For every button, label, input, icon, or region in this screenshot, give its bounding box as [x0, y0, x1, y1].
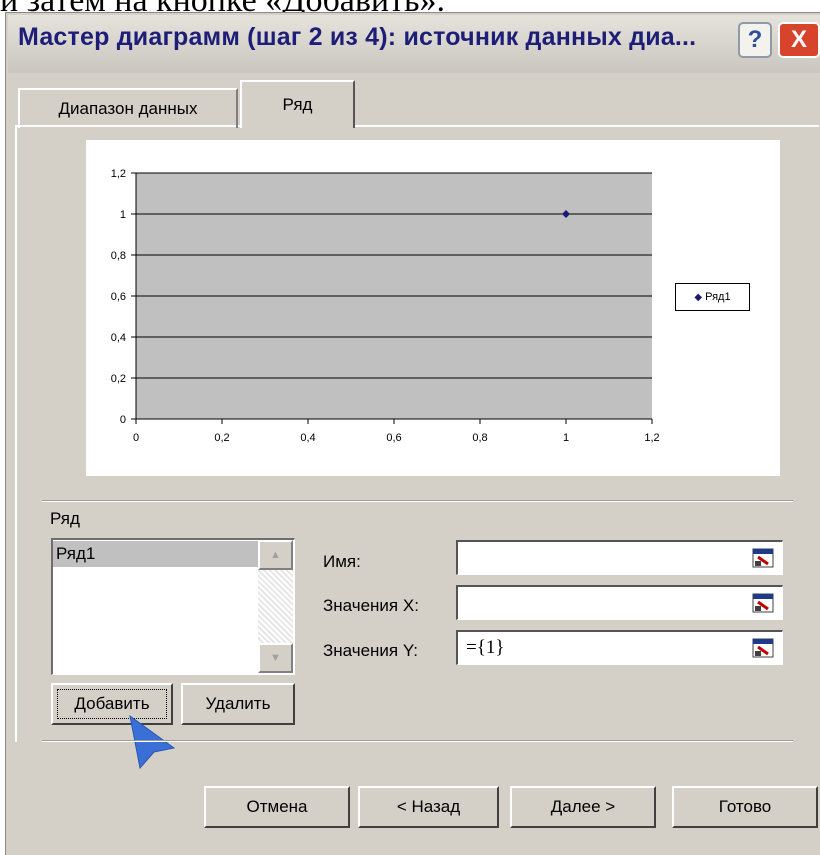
x-tick-label: 0 — [133, 432, 139, 444]
x-tick-label: 1,2 — [644, 432, 659, 444]
mouse-pointer-icon — [124, 712, 180, 777]
remove-series-button[interactable]: Удалить — [181, 683, 295, 725]
separator — [42, 500, 793, 502]
finish-button[interactable]: Готово — [672, 786, 818, 828]
x-values-field[interactable] — [456, 585, 783, 620]
range-select-icon[interactable] — [752, 593, 774, 613]
close-button[interactable]: X — [778, 22, 820, 58]
x-values-label: Значения X: — [323, 596, 419, 615]
help-icon: ? — [747, 26, 763, 53]
legend-label: Ряд1 — [705, 291, 731, 303]
tab-data-range[interactable]: Диапазон данных — [18, 88, 238, 128]
y-tick-label: 0,4 — [111, 332, 126, 344]
series-section-label: Ряд — [50, 509, 80, 528]
y-tick-label: 1 — [120, 209, 126, 221]
range-select-icon[interactable] — [752, 638, 774, 658]
legend-marker-icon: ◆ — [694, 291, 703, 303]
y-values-label: Значения Y: — [323, 641, 418, 660]
cancel-button[interactable]: Отмена — [204, 786, 350, 828]
help-button[interactable]: ? — [738, 22, 772, 58]
y-tick-label: 0 — [120, 414, 126, 426]
dialog-title: Мастер диаграмм (шаг 2 из 4): источник д… — [18, 23, 697, 51]
separator — [42, 740, 793, 742]
x-tick-label: 1 — [563, 432, 569, 444]
y-tick-label: 0,2 — [111, 373, 126, 385]
scroll-up-icon: ▲ — [270, 549, 281, 561]
scroll-up-button[interactable]: ▲ — [258, 540, 293, 570]
x-tick-label: 0,4 — [300, 432, 315, 444]
tab-series[interactable]: Ряд — [240, 80, 355, 128]
scroll-down-icon: ▼ — [270, 652, 281, 664]
scroll-down-button[interactable]: ▼ — [258, 643, 293, 673]
y-tick-label: 0,8 — [111, 250, 126, 262]
chart-legend: ◆ Ряд1 — [675, 283, 750, 311]
x-tick-label: 0,6 — [386, 432, 401, 444]
y-values-field[interactable]: ={1} — [456, 630, 783, 665]
x-tick-label: 0,8 — [472, 432, 487, 444]
y-tick-label: 1,2 — [111, 168, 126, 180]
y-tick-label: 0,6 — [111, 291, 126, 303]
close-icon: X — [790, 26, 807, 53]
name-field[interactable] — [456, 540, 783, 575]
range-select-icon[interactable] — [752, 548, 774, 568]
back-button[interactable]: < Назад — [358, 786, 499, 828]
name-label: Имя: — [323, 552, 361, 571]
x-tick-label: 0,2 — [214, 432, 229, 444]
next-button[interactable]: Далее > — [510, 786, 656, 828]
list-item[interactable]: Ряд1 — [53, 541, 258, 567]
